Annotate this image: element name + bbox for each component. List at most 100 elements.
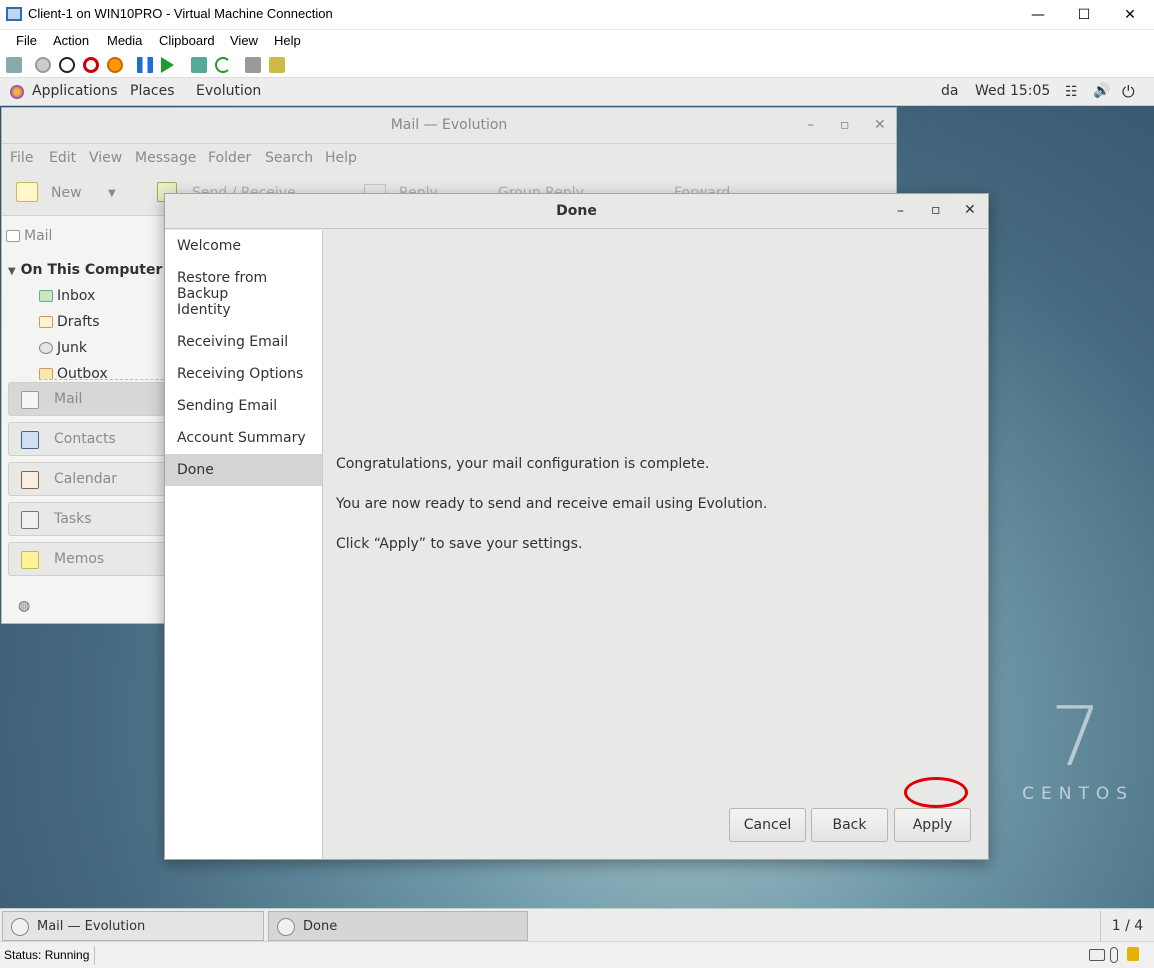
network-icon[interactable]: ☷ bbox=[1065, 84, 1078, 100]
shutdown-icon[interactable] bbox=[83, 57, 99, 73]
inbox-icon bbox=[39, 290, 53, 302]
account-assistant-dialog: Done – ▫ ✕ Welcome Restore from Backup I… bbox=[164, 193, 989, 860]
evo-menu-message[interactable]: Message bbox=[135, 150, 196, 166]
step-receiving-email: Receiving Email bbox=[177, 334, 289, 350]
switcher-tasks[interactable]: Tasks bbox=[8, 502, 167, 536]
evo-close-button[interactable]: ✕ bbox=[874, 117, 886, 133]
host-menu-action[interactable]: Action bbox=[53, 33, 89, 48]
switcher-mail[interactable]: Mail bbox=[8, 382, 167, 416]
evo-menu-edit[interactable]: Edit bbox=[49, 150, 76, 166]
dialog-close-button[interactable]: ✕ bbox=[964, 202, 976, 218]
host-title-bar: Client-1 on WIN10PRO - Virtual Machine C… bbox=[0, 0, 1154, 30]
evolution-task-icon bbox=[11, 918, 29, 936]
task-done[interactable]: Done bbox=[268, 911, 528, 941]
step-welcome: Welcome bbox=[177, 238, 242, 254]
host-menu-media[interactable]: Media bbox=[107, 33, 142, 48]
switcher-memos[interactable]: Memos bbox=[8, 542, 167, 576]
back-button[interactable]: Back bbox=[811, 808, 888, 842]
task-mail-evolution[interactable]: Mail — Evolution bbox=[2, 911, 264, 941]
pause-icon[interactable] bbox=[137, 57, 153, 73]
gnome-window-list: Mail — Evolution Done 1 / 4 bbox=[0, 908, 1154, 941]
share-icon[interactable] bbox=[269, 57, 285, 73]
step-done: Done bbox=[165, 454, 322, 486]
evo-menu-search[interactable]: Search bbox=[265, 150, 313, 166]
vm-connection-icon bbox=[6, 7, 22, 21]
host-close-button[interactable]: ✕ bbox=[1107, 0, 1153, 30]
congratulations-text: Congratulations, your mail configuration… bbox=[336, 456, 710, 472]
evo-menu-help[interactable]: Help bbox=[325, 150, 357, 166]
memos-icon bbox=[21, 551, 39, 569]
host-menu-view[interactable]: View bbox=[230, 33, 258, 48]
dialog-title-bar: Done – ▫ ✕ bbox=[165, 194, 988, 229]
applications-menu[interactable]: Applications bbox=[32, 83, 118, 99]
evo-maximize-button[interactable]: ▫ bbox=[840, 117, 850, 133]
evo-minimize-button[interactable]: – bbox=[807, 117, 814, 133]
clock[interactable]: Wed 15:05 bbox=[975, 83, 1050, 99]
dialog-task-icon bbox=[277, 918, 295, 936]
host-maximize-button[interactable]: ☐ bbox=[1061, 0, 1107, 30]
dialog-content: Congratulations, your mail configuration… bbox=[324, 230, 988, 859]
status-divider bbox=[94, 946, 95, 965]
power-icon[interactable]: ⏻ bbox=[1122, 82, 1135, 102]
vm-screen: Applications Places Evolution da Wed 15:… bbox=[0, 78, 1154, 941]
host-menu-file[interactable]: File bbox=[16, 33, 37, 48]
ctrl-alt-del-icon[interactable] bbox=[6, 57, 22, 73]
input-language[interactable]: da bbox=[941, 83, 958, 99]
host-toolbar bbox=[0, 52, 1154, 78]
evolution-window-title: Mail — Evolution bbox=[390, 117, 508, 133]
turn-off-icon[interactable] bbox=[59, 57, 75, 73]
mouse-icon bbox=[1110, 947, 1118, 963]
host-menu-clipboard[interactable]: Clipboard bbox=[159, 33, 215, 48]
enhanced-session-icon[interactable] bbox=[245, 57, 261, 73]
outbox-icon bbox=[39, 368, 53, 379]
host-minimize-button[interactable]: — bbox=[1015, 0, 1061, 30]
dialog-title: Done bbox=[556, 203, 597, 219]
dialog-minimize-button[interactable]: – bbox=[897, 203, 904, 219]
evo-menu-file[interactable]: File bbox=[10, 150, 33, 166]
cancel-button[interactable]: Cancel bbox=[729, 808, 806, 842]
revert-icon[interactable] bbox=[215, 57, 231, 73]
evolution-sidebar: Mail ▼ On This Computer Inbox Drafts Jun… bbox=[2, 216, 204, 623]
host-window-title: Client-1 on WIN10PRO - Virtual Machine C… bbox=[28, 6, 333, 21]
start-icon[interactable] bbox=[35, 57, 51, 73]
mail-section-header: Mail bbox=[6, 228, 171, 244]
host-menu-help[interactable]: Help bbox=[274, 33, 301, 48]
volume-icon[interactable]: 🔊 bbox=[1093, 83, 1110, 99]
save-state-icon[interactable] bbox=[107, 57, 123, 73]
apply-hint-text: Click “Apply” to save your settings. bbox=[336, 536, 583, 552]
contacts-icon bbox=[21, 431, 39, 449]
gnome-top-bar: Applications Places Evolution da Wed 15:… bbox=[0, 78, 1154, 106]
dialog-maximize-button[interactable]: ▫ bbox=[931, 202, 941, 218]
centos-version-logo: 7 bbox=[1049, 690, 1102, 785]
places-menu[interactable]: Places bbox=[130, 83, 175, 99]
centos-wordmark: CENTOS bbox=[1022, 784, 1134, 804]
workspace-indicator[interactable]: 1 / 4 bbox=[1100, 911, 1154, 941]
evo-menu-folder[interactable]: Folder bbox=[208, 150, 251, 166]
apply-button[interactable]: Apply bbox=[894, 808, 971, 842]
tasks-icon bbox=[21, 511, 39, 529]
new-dropdown-icon[interactable]: ▼ bbox=[108, 188, 116, 199]
drafts-icon bbox=[39, 316, 53, 328]
evo-menu-view[interactable]: View bbox=[89, 150, 122, 166]
checkpoint-icon[interactable] bbox=[191, 57, 207, 73]
host-status-bar: Status: Running bbox=[0, 941, 1154, 968]
evolution-menu-bar: File Edit View Message Folder Search Hel… bbox=[2, 144, 896, 172]
switcher-calendar[interactable]: Calendar bbox=[8, 462, 167, 496]
calendar-icon bbox=[21, 471, 39, 489]
applications-icon bbox=[10, 85, 24, 99]
step-receiving-options: Receiving Options bbox=[177, 366, 304, 382]
mail-icon bbox=[6, 230, 20, 242]
vm-status-text: Status: Running bbox=[4, 948, 90, 962]
expander-icon: ▼ bbox=[8, 266, 16, 277]
new-button[interactable]: New bbox=[51, 185, 82, 201]
step-sending-email: Sending Email bbox=[177, 398, 278, 414]
app-menu[interactable]: Evolution bbox=[196, 83, 261, 99]
switcher-contacts[interactable]: Contacts bbox=[8, 422, 167, 456]
account-on-this-computer[interactable]: ▼ On This Computer bbox=[8, 262, 173, 278]
ready-text: You are now ready to send and receive em… bbox=[336, 496, 768, 512]
resume-icon[interactable] bbox=[161, 57, 174, 73]
lock-icon bbox=[1127, 947, 1139, 961]
new-mail-icon[interactable] bbox=[16, 182, 38, 202]
offline-status-icon[interactable]: ◍ bbox=[18, 598, 30, 614]
junk-icon bbox=[39, 342, 53, 354]
